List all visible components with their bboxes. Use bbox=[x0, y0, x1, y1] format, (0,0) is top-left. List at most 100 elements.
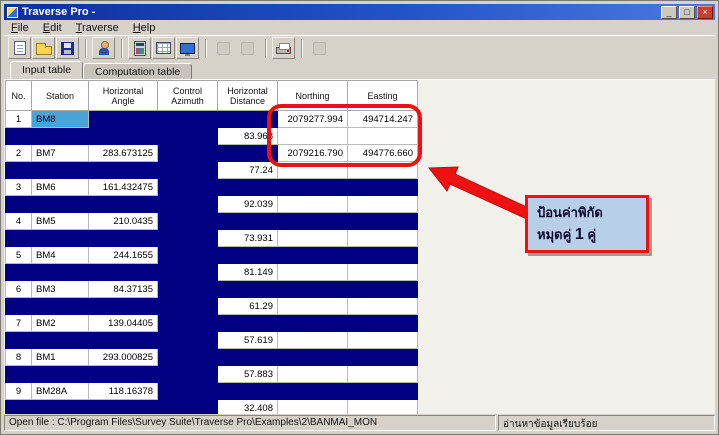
cell-northing[interactable] bbox=[277, 382, 348, 400]
cell-northing[interactable] bbox=[277, 246, 348, 264]
menu-file[interactable]: File bbox=[4, 22, 36, 34]
cell-northing[interactable] bbox=[277, 212, 348, 230]
new-file-button[interactable] bbox=[8, 37, 31, 59]
cell-azimuth[interactable] bbox=[157, 314, 218, 332]
cell-azimuth[interactable] bbox=[157, 110, 218, 128]
cell-easting[interactable] bbox=[347, 161, 418, 179]
cell-easting[interactable] bbox=[347, 195, 418, 213]
cell-northing[interactable] bbox=[277, 161, 348, 179]
cell-northing[interactable] bbox=[277, 280, 348, 298]
cell-easting[interactable]: 494776.660 bbox=[347, 144, 418, 162]
cell-azimuth[interactable] bbox=[157, 382, 218, 400]
cell-angle[interactable] bbox=[88, 365, 158, 383]
cell-northing[interactable] bbox=[277, 178, 348, 196]
cell-distance[interactable] bbox=[217, 348, 278, 366]
cell-distance[interactable]: 32.408 bbox=[217, 399, 278, 414]
cell-easting[interactable] bbox=[347, 280, 418, 298]
cell-angle[interactable] bbox=[88, 263, 158, 281]
cell-northing[interactable] bbox=[277, 348, 348, 366]
cell-angle[interactable]: 161.432475 bbox=[88, 178, 158, 196]
cell-angle[interactable] bbox=[88, 399, 158, 414]
cell-station[interactable]: BM7 bbox=[31, 144, 89, 162]
cell-easting[interactable] bbox=[347, 314, 418, 332]
cell-station[interactable] bbox=[31, 331, 89, 349]
print-button[interactable] bbox=[272, 37, 295, 59]
cell-distance[interactable] bbox=[217, 212, 278, 230]
cell-northing[interactable]: 2079277.994 bbox=[277, 110, 348, 128]
cell-no[interactable]: 4 bbox=[5, 212, 32, 230]
cell-station[interactable]: BM28A bbox=[31, 382, 89, 400]
cell-easting[interactable] bbox=[347, 399, 418, 414]
cell-azimuth[interactable] bbox=[157, 161, 218, 179]
cell-easting[interactable] bbox=[347, 348, 418, 366]
cell-easting[interactable] bbox=[347, 246, 418, 264]
cell-azimuth[interactable] bbox=[157, 331, 218, 349]
cell-no[interactable]: 7 bbox=[5, 314, 32, 332]
cell-distance[interactable] bbox=[217, 382, 278, 400]
cell-easting[interactable] bbox=[347, 229, 418, 247]
cell-station[interactable] bbox=[31, 365, 89, 383]
cell-northing[interactable] bbox=[277, 331, 348, 349]
cell-angle[interactable]: 139.04405 bbox=[88, 314, 158, 332]
cell-easting[interactable] bbox=[347, 263, 418, 281]
cell-no[interactable] bbox=[5, 331, 32, 349]
cell-angle[interactable] bbox=[88, 331, 158, 349]
cell-azimuth[interactable] bbox=[157, 297, 218, 315]
menu-traverse[interactable]: Traverse bbox=[69, 22, 126, 34]
cell-azimuth[interactable] bbox=[157, 212, 218, 230]
cell-station[interactable] bbox=[31, 297, 89, 315]
cell-azimuth[interactable] bbox=[157, 263, 218, 281]
cell-station[interactable]: BM5 bbox=[31, 212, 89, 230]
cell-azimuth[interactable] bbox=[157, 178, 218, 196]
save-file-button[interactable] bbox=[56, 37, 79, 59]
cell-distance[interactable] bbox=[217, 144, 278, 162]
open-file-button[interactable] bbox=[32, 37, 55, 59]
cell-easting[interactable] bbox=[347, 382, 418, 400]
cell-azimuth[interactable] bbox=[157, 229, 218, 247]
cell-no[interactable]: 3 bbox=[5, 178, 32, 196]
cell-northing[interactable] bbox=[277, 314, 348, 332]
cell-easting[interactable] bbox=[347, 297, 418, 315]
cell-angle[interactable]: 283.673125 bbox=[88, 144, 158, 162]
cell-distance[interactable]: 73.931 bbox=[217, 229, 278, 247]
cell-azimuth[interactable] bbox=[157, 195, 218, 213]
cell-no[interactable]: 6 bbox=[5, 280, 32, 298]
cell-station[interactable]: BM1 bbox=[31, 348, 89, 366]
cell-azimuth[interactable] bbox=[157, 365, 218, 383]
cell-distance[interactable] bbox=[217, 280, 278, 298]
cell-no[interactable]: 9 bbox=[5, 382, 32, 400]
calculator-button[interactable] bbox=[128, 37, 151, 59]
cell-northing[interactable] bbox=[277, 229, 348, 247]
cell-distance[interactable]: 77.24 bbox=[217, 161, 278, 179]
cell-azimuth[interactable] bbox=[157, 144, 218, 162]
cell-azimuth[interactable] bbox=[157, 348, 218, 366]
tab-input-table[interactable]: Input table bbox=[10, 61, 84, 79]
cell-no[interactable]: 5 bbox=[5, 246, 32, 264]
cell-no[interactable] bbox=[5, 195, 32, 213]
plot-view-button[interactable] bbox=[176, 37, 199, 59]
cell-station[interactable]: BM4 bbox=[31, 246, 89, 264]
cell-no[interactable] bbox=[5, 127, 32, 145]
cell-distance[interactable]: 92.039 bbox=[217, 195, 278, 213]
cell-station[interactable]: BM8 bbox=[31, 110, 89, 128]
cell-distance[interactable]: 57.883 bbox=[217, 365, 278, 383]
cell-angle[interactable] bbox=[88, 297, 158, 315]
cell-no[interactable] bbox=[5, 365, 32, 383]
maximize-button[interactable]: □ bbox=[679, 5, 695, 19]
cell-easting[interactable] bbox=[347, 365, 418, 383]
cell-angle[interactable] bbox=[88, 161, 158, 179]
cell-azimuth[interactable] bbox=[157, 127, 218, 145]
cell-easting[interactable] bbox=[347, 127, 418, 145]
cell-angle[interactable]: 293.000825 bbox=[88, 348, 158, 366]
cell-angle[interactable] bbox=[88, 110, 158, 128]
cell-distance[interactable] bbox=[217, 178, 278, 196]
cell-angle[interactable] bbox=[88, 127, 158, 145]
edit-points-button[interactable] bbox=[92, 37, 115, 59]
tab-computation-table[interactable]: Computation table bbox=[83, 63, 193, 79]
cell-distance[interactable]: 83.968 bbox=[217, 127, 278, 145]
menu-edit[interactable]: Edit bbox=[36, 22, 69, 34]
menu-help[interactable]: Help bbox=[126, 22, 163, 34]
cell-no[interactable]: 1 bbox=[5, 110, 32, 128]
title-bar[interactable]: Traverse Pro - _ □ × bbox=[4, 4, 715, 20]
cell-azimuth[interactable] bbox=[157, 399, 218, 414]
